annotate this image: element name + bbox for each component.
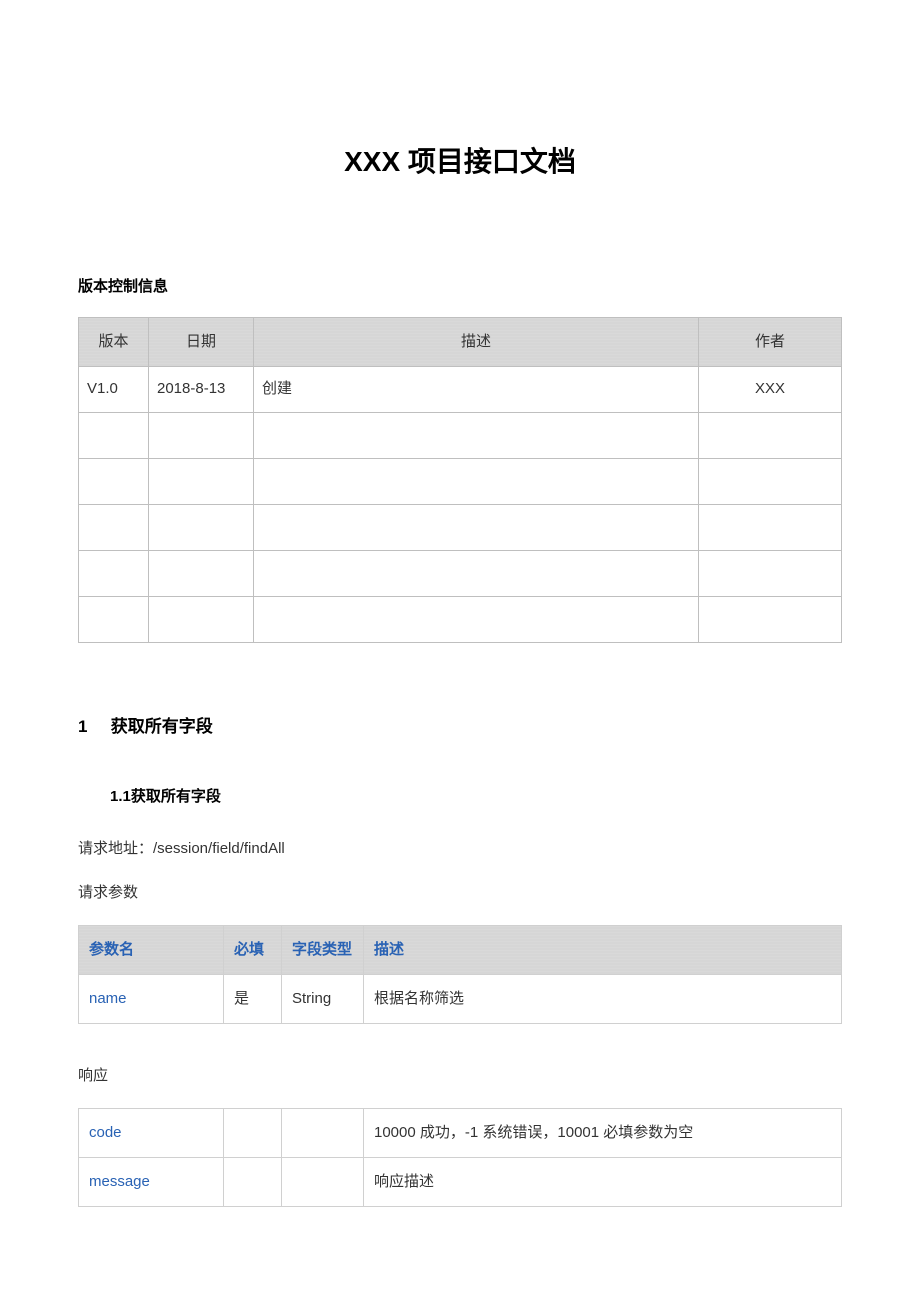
th-param-required: 必填 — [224, 925, 282, 974]
cell-desc: 创建 — [254, 366, 699, 412]
th-desc: 描述 — [254, 317, 699, 366]
cell-author: XXX — [699, 366, 842, 412]
table-row: name 是 String 根据名称筛选 — [79, 974, 842, 1023]
th-param-name: 参数名 — [79, 925, 224, 974]
section-title: 获取所有字段 — [111, 717, 213, 736]
cell-desc — [254, 458, 699, 504]
table-header-row: 版本 日期 描述 作者 — [79, 317, 842, 366]
th-param-desc: 描述 — [364, 925, 842, 974]
cell-author — [699, 458, 842, 504]
cell-resp-desc: 10000 成功，-1 系统错误，10001 必填参数为空 — [364, 1108, 842, 1157]
response-label: 响应 — [78, 1064, 842, 1088]
cell-resp-c2 — [224, 1108, 282, 1157]
cell-version: V1.0 — [79, 366, 149, 412]
th-param-type: 字段类型 — [282, 925, 364, 974]
cell-version — [79, 550, 149, 596]
document-title: XXX 项目接口文档 — [78, 140, 842, 185]
cell-resp-c3 — [282, 1108, 364, 1157]
version-control-label: 版本控制信息 — [78, 275, 842, 299]
cell-resp-c2 — [224, 1157, 282, 1206]
cell-version — [79, 458, 149, 504]
cell-resp-c3 — [282, 1157, 364, 1206]
cell-author — [699, 504, 842, 550]
params-table: 参数名 必填 字段类型 描述 name 是 String 根据名称筛选 — [78, 925, 842, 1024]
response-table: code 10000 成功，-1 系统错误，10001 必填参数为空 messa… — [78, 1108, 842, 1207]
cell-param-desc: 根据名称筛选 — [364, 974, 842, 1023]
table-row — [79, 504, 842, 550]
cell-author — [699, 596, 842, 642]
table-row: message 响应描述 — [79, 1157, 842, 1206]
table-row: code 10000 成功，-1 系统错误，10001 必填参数为空 — [79, 1108, 842, 1157]
section-number: 1 — [78, 713, 106, 740]
cell-version — [79, 504, 149, 550]
cell-desc — [254, 596, 699, 642]
th-version: 版本 — [79, 317, 149, 366]
subsection-heading: 1.1获取所有字段 — [110, 785, 842, 809]
cell-version — [79, 412, 149, 458]
table-row — [79, 412, 842, 458]
table-row — [79, 596, 842, 642]
cell-date — [149, 596, 254, 642]
th-date: 日期 — [149, 317, 254, 366]
section-heading: 1 获取所有字段 — [78, 713, 842, 740]
th-author: 作者 — [699, 317, 842, 366]
cell-desc — [254, 550, 699, 596]
table-row: V1.0 2018-8-13 创建 XXX — [79, 366, 842, 412]
cell-resp-name: message — [79, 1157, 224, 1206]
request-params-label: 请求参数 — [78, 881, 842, 905]
cell-date — [149, 550, 254, 596]
cell-version — [79, 596, 149, 642]
cell-resp-desc: 响应描述 — [364, 1157, 842, 1206]
cell-date — [149, 504, 254, 550]
subsection-number: 1.1 — [110, 788, 131, 805]
cell-author — [699, 412, 842, 458]
cell-date — [149, 458, 254, 504]
cell-date — [149, 412, 254, 458]
request-url: 请求地址：/session/field/findAll — [78, 837, 842, 861]
version-table: 版本 日期 描述 作者 V1.0 2018-8-13 创建 XXX — [78, 317, 842, 643]
cell-desc — [254, 412, 699, 458]
cell-param-name: name — [79, 974, 224, 1023]
cell-date: 2018-8-13 — [149, 366, 254, 412]
cell-param-required: 是 — [224, 974, 282, 1023]
subsection-title: 获取所有字段 — [131, 788, 221, 805]
cell-desc — [254, 504, 699, 550]
table-row — [79, 550, 842, 596]
cell-resp-name: code — [79, 1108, 224, 1157]
table-header-row: 参数名 必填 字段类型 描述 — [79, 925, 842, 974]
table-row — [79, 458, 842, 504]
cell-param-type: String — [282, 974, 364, 1023]
cell-author — [699, 550, 842, 596]
